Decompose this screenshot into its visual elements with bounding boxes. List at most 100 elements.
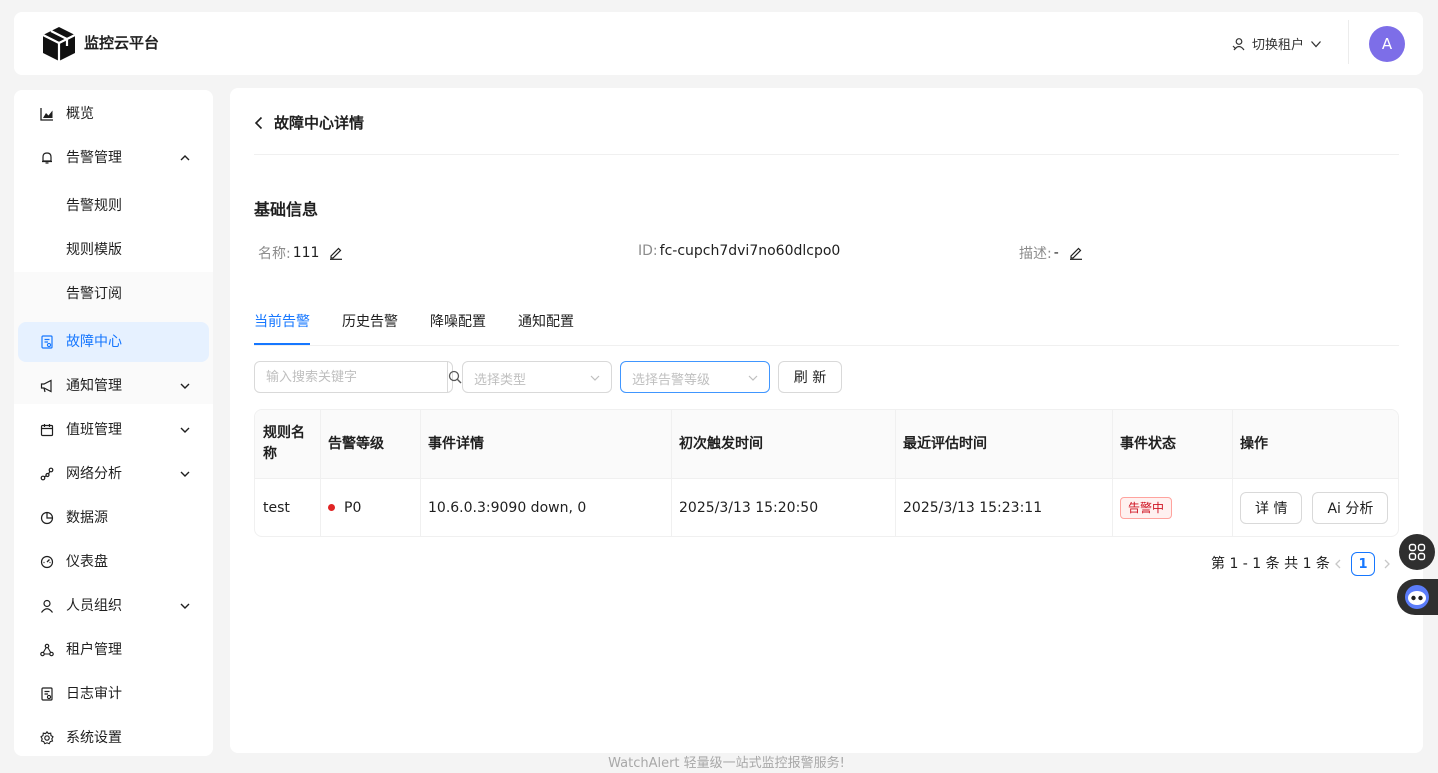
back-arrow-icon[interactable] [252, 116, 266, 130]
sidebar-item-datasource[interactable]: 数据源 [18, 498, 209, 538]
user-switch-icon [1232, 37, 1245, 50]
search-input[interactable] [255, 362, 447, 392]
level-select-placeholder: 选择告警等级 [632, 373, 711, 388]
level-select[interactable]: 选择告警等级 [620, 361, 770, 393]
edit-name-icon[interactable] [329, 246, 343, 260]
chevron-down-icon [748, 375, 758, 381]
cell-actions: 详 情 Ai 分析 [1232, 479, 1398, 536]
table-row: test P0 10.6.0.3:9090 down, 0 2025/3/13 … [255, 479, 1398, 536]
name-value: 111 [292, 245, 320, 261]
footer-text: WatchAlert 轻量级一站式监控报警服务! [608, 756, 845, 771]
network-icon [40, 467, 54, 481]
type-select-placeholder: 选择类型 [474, 373, 527, 388]
id-value: fc-cupch7dvi7no60dlcpo0 [659, 243, 841, 259]
brand-title: 监控云平台 [84, 34, 160, 52]
avatar[interactable]: A [1369, 26, 1405, 62]
cell-alert-level: P0 [320, 479, 420, 536]
edit-description-icon[interactable] [1069, 246, 1083, 260]
switch-tenant-dropdown[interactable]: 切换租户 [1232, 34, 1322, 53]
sidebar-subitem-alert-rules[interactable]: 告警规则 [18, 186, 209, 226]
col-event-detail: 事件详情 [420, 410, 671, 478]
bell-icon [42, 152, 52, 164]
tabs-divider [254, 345, 1399, 346]
main-panel: 故障中心详情 基础信息 名称: 111 ID: fc-cupch7dvi7no6… [230, 88, 1423, 753]
floating-apps-button[interactable] [1399, 534, 1435, 570]
col-actions: 操作 [1232, 410, 1398, 478]
dashboard-icon [40, 555, 54, 569]
sidebar-subitem-rule-templates[interactable]: 规则模版 [18, 230, 209, 270]
cell-first-trigger-time: 2025/3/13 15:20:50 [671, 479, 895, 536]
detail-button[interactable]: 详 情 [1240, 491, 1303, 524]
page-title: 故障中心详情 [274, 114, 365, 132]
user-icon [41, 599, 53, 613]
sidebar-item-dashboard[interactable]: 仪表盘 [18, 542, 209, 582]
desc-label: 描述: [1019, 246, 1052, 262]
cell-last-eval-time: 2025/3/13 15:23:11 [895, 479, 1112, 536]
section-title: 基础信息 [254, 200, 319, 219]
logo-cube-icon [42, 27, 76, 61]
search-icon [448, 370, 462, 384]
chevron-down-icon [590, 375, 600, 381]
col-rule-name: 规则名称 [263, 425, 305, 462]
chevron-left-icon[interactable] [1332, 558, 1344, 570]
info-id: ID: fc-cupch7dvi7no60dlcpo0 [638, 243, 840, 259]
status-badge: 告警中 [1120, 496, 1173, 519]
calendar-icon [40, 424, 54, 437]
refresh-button[interactable]: 刷 新 [778, 361, 842, 393]
table-header: 规则名称 告警等级 事件详情 初次触发时间 最近评估时间 事件状态 操作 [255, 410, 1398, 479]
severity-label: P0 [344, 499, 362, 516]
chevron-right-icon[interactable] [1381, 558, 1393, 570]
audit-icon [41, 687, 53, 701]
info-description: 描述: - [1019, 243, 1083, 263]
col-first-trigger-time: 初次触发时间 [671, 410, 895, 478]
id-label: ID: [638, 243, 658, 259]
name-label: 名称: [258, 246, 291, 262]
tab-current-alerts[interactable]: 当前告警 [254, 312, 310, 332]
gear-icon [40, 731, 54, 745]
tab-notification-config[interactable]: 通知配置 [518, 312, 574, 332]
chevron-down-icon [180, 383, 190, 389]
sidebar-item-people-org[interactable]: 人员组织 [18, 586, 209, 626]
sidebar-item-overview[interactable]: 概览 [18, 94, 209, 134]
info-name: 名称: 111 [258, 243, 343, 263]
sidebar-item-system-settings[interactable]: 系统设置 [18, 718, 209, 756]
top-header: 监控云平台 切换租户 A [14, 12, 1423, 75]
chevron-up-icon [180, 155, 190, 161]
col-alert-level: 告警等级 [320, 410, 420, 478]
sidebar-item-network-analysis[interactable]: 网络分析 [18, 454, 209, 494]
tab-history-alerts[interactable]: 历史告警 [342, 312, 398, 332]
sidebar-item-notification-management[interactable]: 通知管理 [18, 366, 209, 406]
fault-doc-icon [41, 335, 53, 349]
switch-tenant-label: 切换租户 [1252, 38, 1305, 53]
sidebar-subitem-alert-subscriptions[interactable]: 告警订阅 [18, 274, 209, 314]
ai-analysis-button[interactable]: Ai 分析 [1312, 491, 1389, 524]
robot-face-icon [1405, 585, 1429, 609]
title-divider [254, 154, 1399, 155]
chevron-down-icon [180, 603, 190, 609]
chevron-down-icon [180, 471, 190, 477]
severity-dot [328, 504, 335, 511]
cell-rule-name: test [263, 499, 290, 516]
apps-grid-icon [1408, 543, 1426, 561]
pagination-total: 第 1 - 1 条 共 1 条 [1211, 556, 1330, 572]
megaphone-icon [40, 379, 52, 393]
chevron-down-icon [180, 427, 190, 433]
desc-value: - [1053, 245, 1059, 261]
type-select[interactable]: 选择类型 [462, 361, 612, 393]
sidebar-item-tenant-management[interactable]: 租户管理 [18, 630, 209, 670]
search-button[interactable] [447, 362, 462, 392]
sidebar-item-oncall-management[interactable]: 值班管理 [18, 410, 209, 450]
chart-icon [40, 108, 53, 121]
search-box [254, 361, 462, 393]
sidebar: 概览 告警管理 告警规则 规则模版 告警订阅 故障中心 通知管理 值班管理 网络… [14, 90, 213, 756]
pagination-page-1[interactable]: 1 [1351, 552, 1375, 576]
floating-assistant-button[interactable] [1397, 579, 1438, 615]
cluster-icon [40, 643, 54, 657]
col-last-eval-time: 最近评估时间 [895, 410, 1112, 478]
chevron-down-icon [1311, 40, 1321, 47]
sidebar-item-log-audit[interactable]: 日志审计 [18, 674, 209, 714]
sidebar-item-alert-management[interactable]: 告警管理 [18, 138, 209, 178]
sidebar-item-fault-center[interactable]: 故障中心 [18, 322, 209, 362]
cell-event-detail: 10.6.0.3:9090 down, 0 [420, 479, 671, 536]
tab-noise-reduction[interactable]: 降噪配置 [430, 312, 486, 332]
